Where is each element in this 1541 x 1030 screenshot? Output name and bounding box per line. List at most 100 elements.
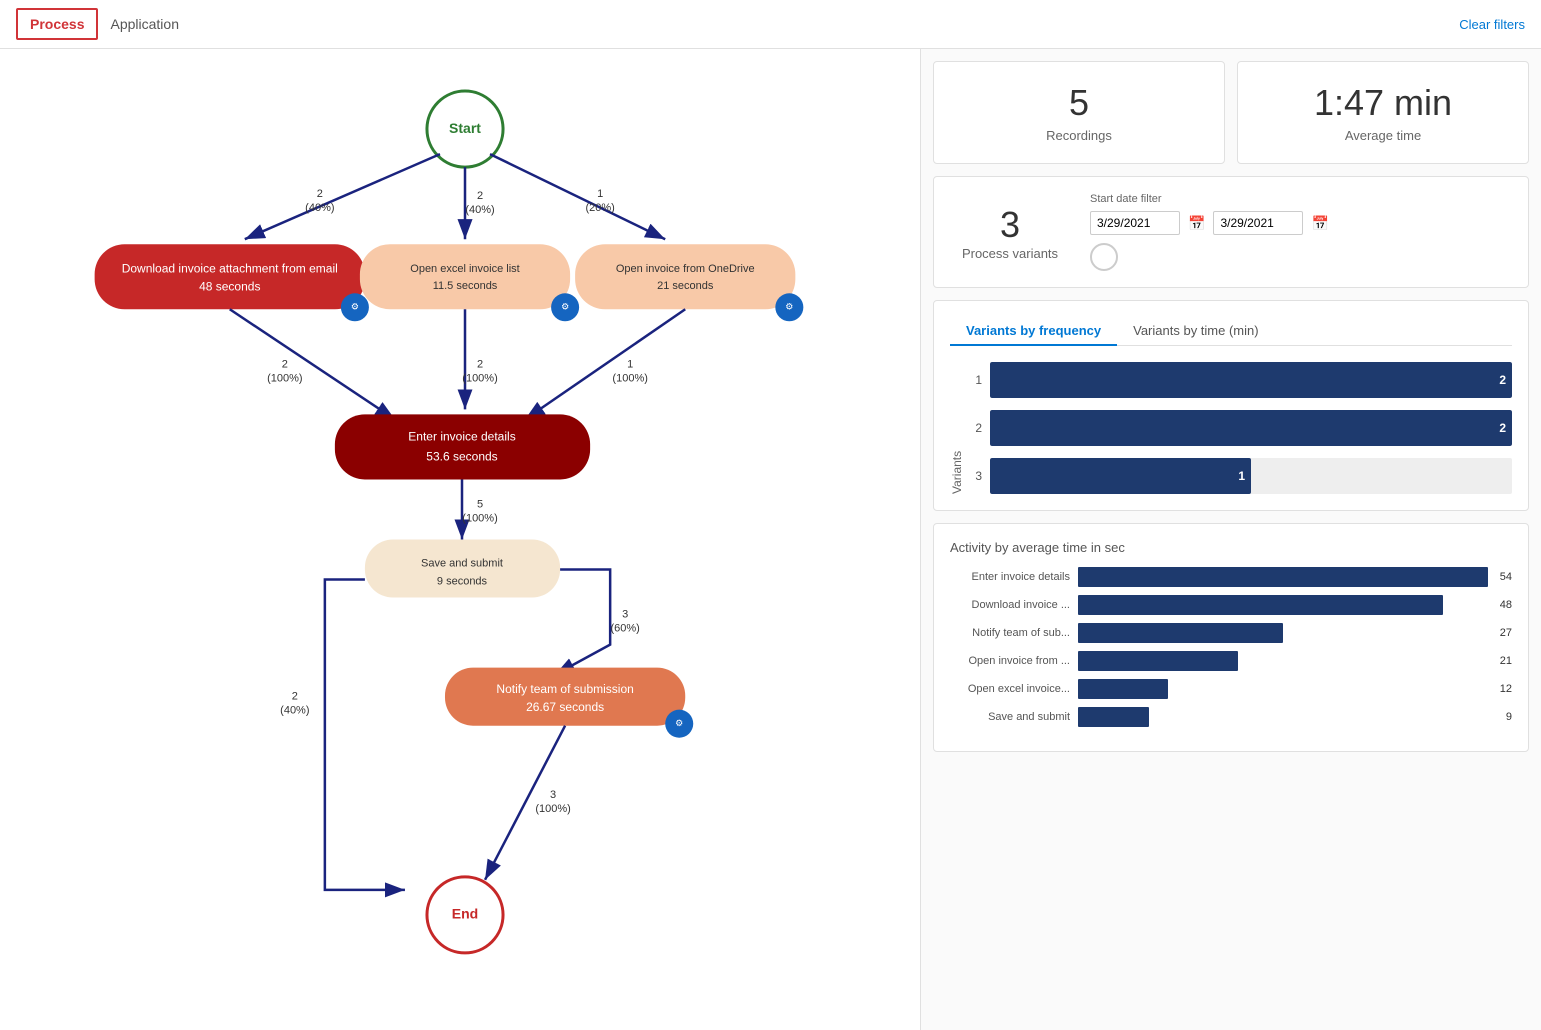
excel-label-2: 11.5 seconds [433,280,498,292]
right-panel: 5 Recordings 1:47 min Average time 3 Pro… [921,49,1541,1030]
activity-bar-container-3 [1078,623,1488,643]
activity-bar-fill-1 [1078,567,1488,587]
edge-label-save-end: 2 [292,691,298,703]
activity-row-6: Save and submit 9 [950,707,1512,727]
excel-node[interactable] [360,244,570,309]
bars-section: 1 2 2 2 3 1 [968,362,1512,494]
edge-sublabel-dl-enter: (100%) [267,372,302,384]
edge-start-download [245,154,440,239]
edge-label-start-onedrive: 1 [597,188,603,200]
recordings-label: Recordings [954,128,1204,143]
edge-sublabel-start-excel: (40%) [465,204,494,216]
variants-chart-card: Variants by frequency Variants by time (… [933,300,1529,511]
edge-label-od-enter: 1 [627,358,633,370]
edge-sublabel-save-notify: (60%) [610,623,639,635]
save-submit-label-2: 9 seconds [437,575,488,587]
enter-invoice-label-2: 53.6 seconds [426,450,497,464]
notify-label-2: 26.67 seconds [526,700,604,714]
edge-label-start-excel: 2 [477,190,483,202]
edge-label-enter-save: 5 [477,498,483,510]
bar-fill-2: 2 [990,410,1512,446]
date-to-input[interactable] [1213,211,1303,235]
activity-bar-fill-6 [1078,707,1149,727]
chart-tabs: Variants by frequency Variants by time (… [950,317,1512,346]
activity-bar-container-5 [1078,679,1488,699]
download-node[interactable] [95,244,365,309]
bar-y-label-3: 3 [968,469,982,483]
variant-bar-1: 1 2 [968,362,1512,398]
excel-robot-icon: ⚙ [561,302,569,312]
excel-label-1: Open excel invoice list [410,263,519,275]
edge-download-enter [230,309,395,419]
enter-invoice-label-1: Enter invoice details [408,430,515,444]
edge-label-notify-end: 3 [550,789,556,801]
download-label-2: 48 seconds [199,279,260,293]
edge-start-onedrive [490,154,665,239]
notify-robot-icon: ⚙ [675,718,683,728]
end-label: End [452,906,478,922]
download-robot-icon: ⚙ [351,302,359,312]
activity-bar-fill-5 [1078,679,1168,699]
tab-application[interactable]: Application [98,10,191,38]
edge-sublabel-start-onedrive: (20%) [585,202,614,214]
activity-bar-value-4: 21 [1500,655,1512,667]
average-time-value: 1:47 min [1258,82,1508,124]
clear-filters-button[interactable]: Clear filters [1459,17,1525,32]
variant-bar-2: 2 2 [968,410,1512,446]
start-label: Start [449,120,481,136]
bar-container-2: 2 [990,410,1512,446]
onedrive-label-2: 21 seconds [657,280,714,292]
date-filter-section: Start date filter 📅 📅 [1090,193,1512,271]
variant-bar-3: 3 1 [968,458,1512,494]
recordings-card: 5 Recordings [933,61,1225,164]
notify-node[interactable] [445,668,685,726]
variants-count-section: 3 Process variants [950,204,1070,261]
activity-bar-value-6: 9 [1506,711,1512,723]
edge-sublabel-notify-end: (100%) [535,803,570,815]
variants-date-card: 3 Process variants Start date filter 📅 📅 [933,176,1529,288]
variants-count-label: Process variants [950,246,1070,261]
activity-row-1: Enter invoice details 54 [950,567,1512,587]
recordings-value: 5 [954,82,1204,124]
top-nav: Process Application Clear filters [0,0,1541,49]
edge-label-dl-enter: 2 [282,358,288,370]
left-panel: Start 2 (40%) 2 (40%) 1 (20%) Download i… [0,49,921,1030]
edge-label-save-notify: 3 [622,609,628,621]
main-container: Start 2 (40%) 2 (40%) 1 (20%) Download i… [0,49,1541,1030]
activity-chart-title: Activity by average time in sec [950,540,1512,555]
activity-row-3: Notify team of sub... 27 [950,623,1512,643]
activity-bar-container-6 [1078,707,1494,727]
bar-y-label-2: 2 [968,421,982,435]
activity-label-1: Enter invoice details [950,571,1070,583]
edge-sublabel-ex-enter: (100%) [462,372,497,384]
date-from-input[interactable] [1090,211,1180,235]
edge-sublabel-enter-save: (100%) [462,512,497,524]
activity-chart-card: Activity by average time in sec Enter in… [933,523,1529,752]
tab-variants-frequency[interactable]: Variants by frequency [950,317,1117,346]
tab-process[interactable]: Process [16,8,98,40]
average-time-card: 1:47 min Average time [1237,61,1529,164]
toggle-circle[interactable] [1090,243,1118,271]
bar-y-label-1: 1 [968,373,982,387]
activity-bar-value-3: 27 [1500,627,1512,639]
flow-diagram: Start 2 (40%) 2 (40%) 1 (20%) Download i… [0,49,920,1030]
onedrive-node[interactable] [575,244,795,309]
bar-container-3: 1 [990,458,1512,494]
edge-sublabel-start-download: (40%) [305,202,334,214]
notify-label-1: Notify team of submission [496,682,633,696]
edge-label-start-download: 2 [317,188,323,200]
activity-bar-container-4 [1078,651,1488,671]
activity-label-4: Open invoice from ... [950,655,1070,667]
activity-label-3: Notify team of sub... [950,627,1070,639]
edge-label-ex-enter: 2 [477,358,483,370]
calendar-to-icon[interactable]: 📅 [1311,215,1328,232]
onedrive-label-1: Open invoice from OneDrive [616,263,755,275]
activity-bar-container-2 [1078,595,1488,615]
enter-invoice-node[interactable] [335,414,590,479]
activity-bar-container-1 [1078,567,1488,587]
tab-variants-time[interactable]: Variants by time (min) [1117,317,1274,346]
activity-bar-fill-2 [1078,595,1443,615]
activity-bar-value-1: 54 [1500,571,1512,583]
calendar-from-icon[interactable]: 📅 [1188,215,1205,232]
activity-bar-fill-4 [1078,651,1238,671]
